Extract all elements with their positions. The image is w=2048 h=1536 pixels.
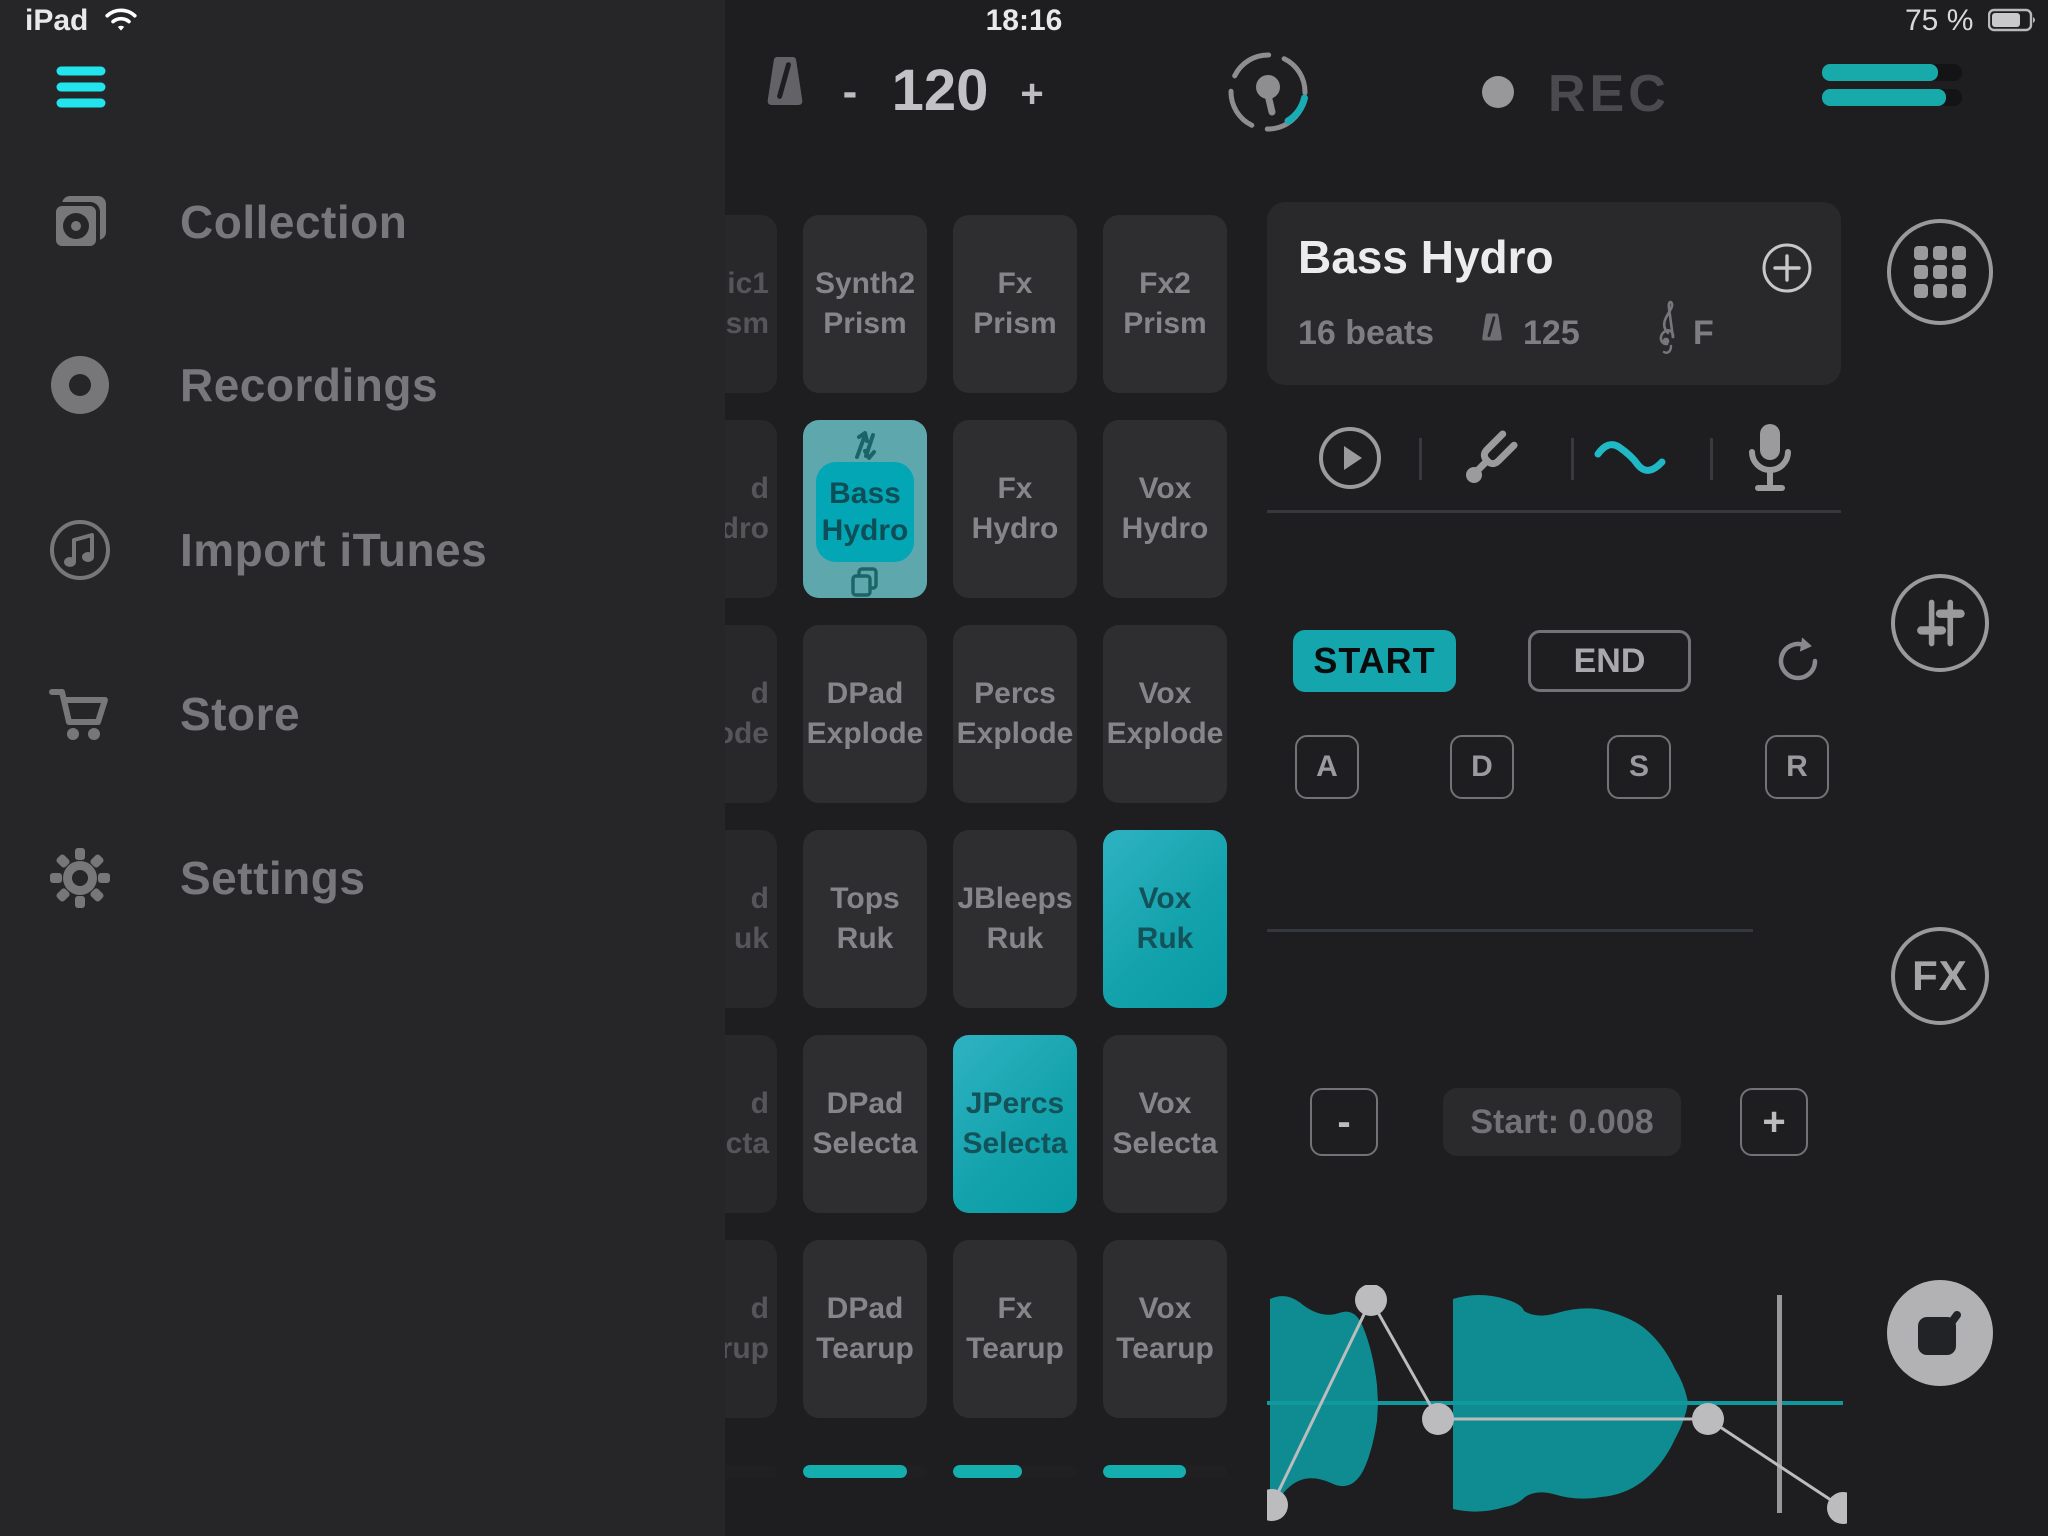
pad-cell[interactable]: VoxHydro <box>1103 420 1227 598</box>
pad-cell-selected[interactable]: VoxRuk <box>1103 830 1227 1008</box>
pad-cell[interactable]: VoxExplode <box>1103 625 1227 803</box>
envelope-node <box>1827 1492 1847 1524</box>
sidebar-item-label: Import iTunes <box>180 523 487 577</box>
clip-tempo: 125 <box>1523 314 1580 353</box>
tempo-increase-button[interactable]: + <box>1012 66 1052 122</box>
sidebar-item-label: Recordings <box>180 358 438 412</box>
pad-cell[interactable]: FxHydro <box>953 420 1077 598</box>
status-bar: iPad 18:16 75 % <box>0 0 2048 42</box>
reset-icon[interactable] <box>1772 634 1826 688</box>
pad-cell[interactable]: Synth2Prism <box>803 215 927 393</box>
adsr-attack-button[interactable]: A <box>1295 735 1359 799</box>
clock: 18:16 <box>984 4 1064 38</box>
battery-percent: 75 % <box>1905 4 1973 38</box>
microphone-icon[interactable] <box>1740 420 1800 496</box>
adsr-decay-button[interactable]: D <box>1450 735 1514 799</box>
sidebar-item-recordings[interactable]: Recordings <box>0 330 725 440</box>
column-progress <box>1103 1465 1227 1478</box>
adsr-sustain-button[interactable]: S <box>1607 735 1671 799</box>
sidebar-item-collection[interactable]: Collection <box>0 167 725 277</box>
sidebar-item-label: Store <box>180 687 300 741</box>
pad-cell[interactable]: VoxSelecta <box>1103 1035 1227 1213</box>
pad-cell[interactable]: TopsRuk <box>803 830 927 1008</box>
collection-icon <box>48 190 112 254</box>
panel-divider <box>1267 929 1753 932</box>
duplicate-icon[interactable] <box>849 566 881 598</box>
menu-hamburger-button[interactable] <box>56 62 106 112</box>
clip-key: F <box>1693 314 1714 353</box>
icon-divider <box>1419 438 1422 480</box>
sidebar-item-label: Settings <box>180 851 365 905</box>
tempo-value[interactable]: 120 <box>880 58 1000 124</box>
start-value-display: Start: 0.008 <box>1443 1088 1681 1156</box>
pads-view-button[interactable] <box>1887 219 1993 325</box>
loop-dial-icon[interactable] <box>1222 46 1314 138</box>
pad-inner-active[interactable]: BassHydro <box>816 462 914 562</box>
pad-cell[interactable]: VoxTearup <box>1103 1240 1227 1418</box>
sidebar-item-import-itunes[interactable]: Import iTunes <box>0 495 725 605</box>
pad-cell-selected[interactable]: JPercsSelecta <box>953 1035 1077 1213</box>
icon-divider <box>1710 438 1713 480</box>
tempo-decrease-button[interactable]: - <box>830 62 870 122</box>
rec-label[interactable]: REC <box>1548 64 1670 124</box>
sidebar-menu: Collection Recordings Import iTunes <box>0 0 725 1536</box>
mixer-view-button[interactable] <box>1891 574 1989 672</box>
start-decrease-button[interactable]: - <box>1310 1088 1378 1156</box>
envelope-node <box>1422 1403 1454 1435</box>
treble-clef-icon <box>1655 298 1679 362</box>
clip-beats: 16 beats <box>1298 314 1434 353</box>
pad-cell[interactable]: PercsExplode <box>953 625 1077 803</box>
column-progress <box>953 1465 1077 1478</box>
recordings-icon <box>48 353 112 417</box>
wifi-icon <box>104 6 138 34</box>
start-increase-button[interactable]: + <box>1740 1088 1808 1156</box>
fx-view-button[interactable]: FX <box>1891 927 1989 1025</box>
adsr-release-button[interactable]: R <box>1765 735 1829 799</box>
pad-cell-selected[interactable]: BassHydro <box>803 420 927 598</box>
pad-cell[interactable]: Fx2Prism <box>1103 215 1227 393</box>
clip-header-card: Bass Hydro 16 beats 125 F <box>1267 202 1841 385</box>
edit-button[interactable] <box>1887 1280 1993 1386</box>
icon-divider <box>1571 438 1574 480</box>
gear-icon <box>48 846 112 910</box>
end-marker-button[interactable]: END <box>1528 630 1691 692</box>
waveform-display[interactable] <box>1267 1285 1847 1525</box>
clip-title: Bass Hydro <box>1298 230 1554 284</box>
rec-indicator-dot <box>1482 76 1514 108</box>
pad-cell[interactable]: JBleepsRuk <box>953 830 1077 1008</box>
preview-play-button[interactable] <box>1317 425 1383 491</box>
sidebar-item-label: Collection <box>180 195 407 249</box>
itunes-icon <box>48 518 112 582</box>
swap-arrows-icon[interactable] <box>849 425 881 465</box>
pad-cell[interactable]: DPadTearup <box>803 1240 927 1418</box>
envelope-node <box>1355 1285 1387 1316</box>
battery-icon <box>1988 8 2038 32</box>
start-marker-button[interactable]: START <box>1293 630 1456 692</box>
pad-cell[interactable]: DPadSelecta <box>803 1035 927 1213</box>
panel-divider <box>1267 510 1841 513</box>
envelope-node <box>1692 1403 1724 1435</box>
metronome-icon <box>762 52 808 110</box>
envelope-node <box>1267 1489 1288 1521</box>
column-progress <box>803 1465 927 1478</box>
cart-icon <box>48 682 112 746</box>
sine-wave-icon[interactable] <box>1594 438 1666 480</box>
sliders-icon <box>1912 595 1968 651</box>
device-label: iPad <box>25 4 88 38</box>
grid-icon <box>1910 242 1970 302</box>
tuning-fork-icon[interactable] <box>1456 424 1524 492</box>
edit-icon <box>1912 1305 1968 1361</box>
metronome-icon <box>1479 310 1505 344</box>
pad-cell[interactable]: FxTearup <box>953 1240 1077 1418</box>
pad-cell[interactable]: DPadExplode <box>803 625 927 803</box>
mixer-bars-icon[interactable] <box>1822 64 1962 108</box>
sidebar-item-store[interactable]: Store <box>0 659 725 769</box>
sidebar-item-settings[interactable]: Settings <box>0 823 725 933</box>
pad-cell[interactable]: FxPrism <box>953 215 1077 393</box>
add-clip-button[interactable] <box>1761 242 1813 294</box>
app-root: - 120 + REC ic1sm Synth2Prism FxPrism Fx… <box>0 0 2048 1536</box>
